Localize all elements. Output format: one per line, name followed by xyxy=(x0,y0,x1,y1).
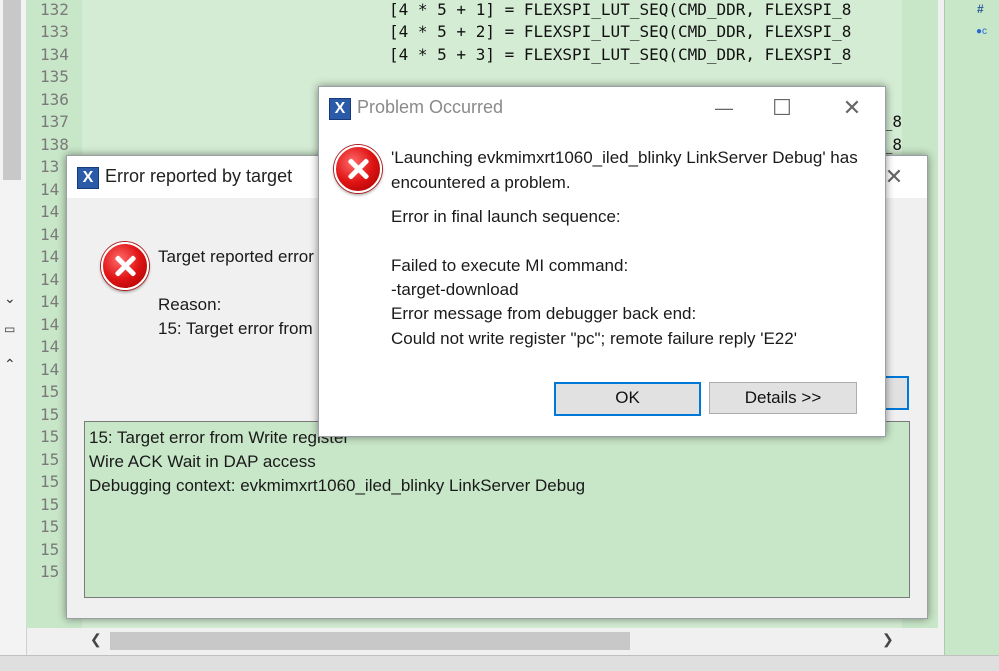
line-number: 14 xyxy=(40,270,60,289)
line-number: 15 xyxy=(40,450,60,469)
dialog-title-bar[interactable]: X Problem Occurred — ☐ ✕ xyxy=(319,87,885,129)
line-number: 132 xyxy=(40,0,69,19)
reason-text: 15: Target error from xyxy=(158,319,313,338)
line-number: 14 xyxy=(40,202,60,221)
outline-pane[interactable]: # ●c xyxy=(944,0,999,655)
line-number: 15 xyxy=(40,382,60,401)
line-number: 14 xyxy=(40,292,60,311)
horizontal-scroll-thumb[interactable] xyxy=(110,632,630,650)
line-number: 135 xyxy=(40,67,69,86)
chevron-down-icon[interactable]: ⌄ xyxy=(4,290,16,307)
close-icon[interactable]: ✕ xyxy=(829,93,875,123)
line-number: 134 xyxy=(40,45,69,64)
error-detail-line: Failed to execute MI command: xyxy=(391,256,629,275)
details-button[interactable]: Details >> xyxy=(709,382,857,414)
chevron-up-icon[interactable]: ⌃ xyxy=(4,356,16,373)
problem-message-line: 'Launching evkmimxrt1060_iled_blinky Lin… xyxy=(391,148,858,167)
code-line[interactable]: [4 * 5 + 2] = FLEXSPI_LUT_SEQ(CMD_DDR, F… xyxy=(389,22,851,41)
error-message: Target reported error xyxy=(158,247,314,266)
line-number: 15 xyxy=(40,472,60,491)
code-line[interactable]: [4 * 5 + 3] = FLEXSPI_LUT_SEQ(CMD_DDR, F… xyxy=(389,45,851,64)
details-line: 15: Target error from Write register xyxy=(89,428,350,447)
line-number: 133 xyxy=(40,22,69,41)
error-icon xyxy=(101,242,149,290)
line-number: 14 xyxy=(40,315,60,334)
line-number: 15 xyxy=(40,517,60,536)
line-number: 14 xyxy=(40,180,60,199)
constant-icon[interactable]: ●c xyxy=(976,26,987,37)
line-number: 13 xyxy=(40,157,60,176)
app-icon: X xyxy=(329,98,351,120)
minimize-icon[interactable]: — xyxy=(701,93,747,123)
line-number: 15 xyxy=(40,427,60,446)
problem-message-line: encountered a problem. xyxy=(391,173,571,192)
restore-view-icon[interactable]: ▭ xyxy=(4,322,15,336)
error-detail-line: -target-download xyxy=(391,280,519,299)
line-number: 14 xyxy=(40,247,60,266)
error-icon xyxy=(334,145,382,193)
reason-label: Reason: xyxy=(158,295,222,314)
details-line: Wire ACK Wait in DAP access xyxy=(89,452,316,471)
problem-occurred-dialog: X Problem Occurred — ☐ ✕ 'Launching evkm… xyxy=(318,86,886,437)
details-text-area[interactable]: 15: Target error from Write register Wir… xyxy=(84,421,910,598)
horizontal-scrollbar[interactable]: ❮ ❯ xyxy=(84,628,904,652)
line-number: 136 xyxy=(40,90,69,109)
line-number: 14 xyxy=(40,337,60,356)
status-bar xyxy=(0,655,999,671)
dialog-title: Problem Occurred xyxy=(357,97,504,117)
scroll-right-icon[interactable]: ❯ xyxy=(882,631,894,648)
line-number: 15 xyxy=(40,405,60,424)
define-icon[interactable]: # xyxy=(977,2,984,16)
error-detail-line: Error message from debugger back end: xyxy=(391,304,697,323)
scroll-left-icon[interactable]: ❮ xyxy=(90,631,102,648)
line-number: 15 xyxy=(40,540,60,559)
details-line: Debugging context: evkmimxrt1060_iled_bl… xyxy=(89,476,586,495)
line-number: 138 xyxy=(40,135,69,154)
line-number: 14 xyxy=(40,225,60,244)
dialog-title: Error reported by target xyxy=(105,166,293,186)
left-trim-bar: ⌄ ▭ ⌃ xyxy=(0,0,27,655)
app-icon: X xyxy=(77,167,99,189)
line-number: 137 xyxy=(40,112,69,131)
vertical-scroll-thumb[interactable] xyxy=(3,0,21,180)
line-number: 15 xyxy=(40,562,60,581)
line-number: 15 xyxy=(40,495,60,514)
error-detail-line: Could not write register "pc"; remote fa… xyxy=(391,329,797,348)
line-number: 14 xyxy=(40,360,60,379)
error-heading: Error in final launch sequence: xyxy=(391,207,621,226)
code-line[interactable]: [4 * 5 + 1] = FLEXSPI_LUT_SEQ(CMD_DDR, F… xyxy=(389,0,851,19)
ok-button[interactable]: OK xyxy=(554,382,701,416)
maximize-icon[interactable]: ☐ xyxy=(759,93,805,123)
